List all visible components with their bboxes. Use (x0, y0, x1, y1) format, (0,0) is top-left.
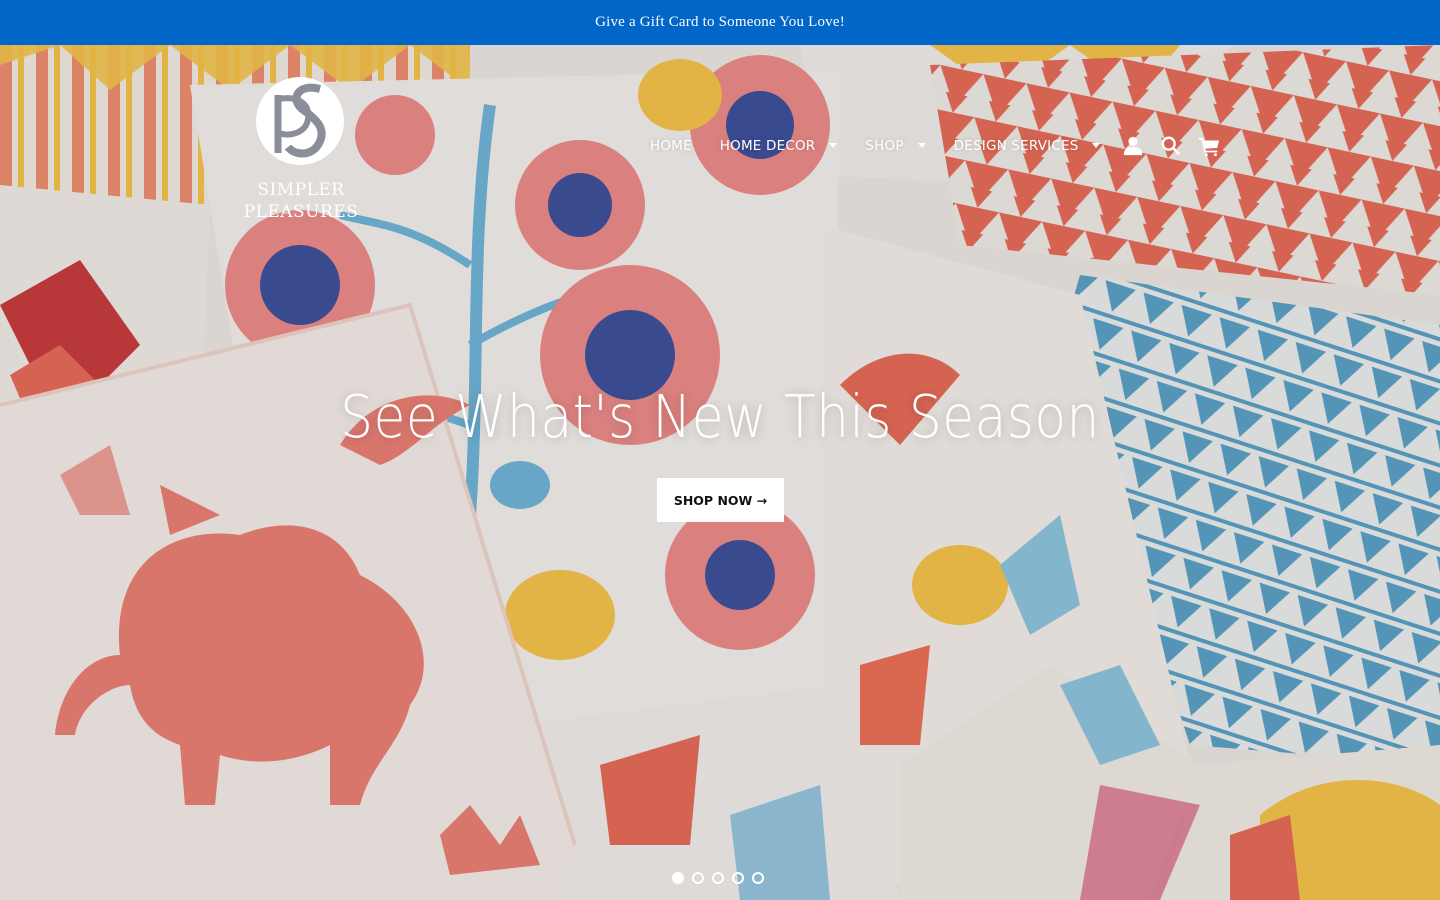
chevron-down-icon (829, 142, 838, 148)
nav-home-decor-label: HOME DECOR (719, 138, 816, 154)
hero-title: See What's New This Season (340, 382, 1100, 451)
nav-home[interactable]: HOME (636, 138, 706, 154)
slide-dot-5[interactable] (752, 872, 764, 884)
account-icon[interactable] (1114, 131, 1152, 161)
shop-now-button[interactable]: SHOP NOW → (657, 478, 784, 522)
hero-slideshow: SIMPLER PLEASURES HOME HOME DECOR SHOP D… (0, 45, 1440, 900)
announcement-bar: Give a Gift Card to Someone You Love! (0, 0, 1440, 45)
slide-dot-1[interactable] (672, 872, 684, 884)
nav-design-services[interactable]: DESIGN SERVICES (940, 138, 1115, 154)
main-nav: HOME HOME DECOR SHOP DESIGN SERVICES (636, 131, 1228, 161)
hero-overlay (0, 45, 1440, 900)
announcement-link[interactable]: Give a Gift Card to Someone You Love! (595, 14, 845, 31)
search-icon[interactable] (1152, 131, 1190, 161)
cart-icon[interactable] (1190, 131, 1228, 161)
nav-home-decor[interactable]: HOME DECOR (706, 138, 852, 154)
nav-shop[interactable]: SHOP (851, 138, 939, 154)
slide-dot-3[interactable] (712, 872, 724, 884)
chevron-down-icon (1092, 142, 1101, 148)
nav-design-services-label: DESIGN SERVICES (953, 138, 1079, 154)
slide-dot-4[interactable] (732, 872, 744, 884)
nav-home-label: HOME (650, 138, 692, 154)
site-logo[interactable]: SIMPLER PLEASURES (238, 75, 364, 225)
nav-shop-label: SHOP (865, 138, 904, 154)
svg-text:PLEASURES: PLEASURES (244, 202, 359, 222)
svg-text:SIMPLER: SIMPLER (257, 180, 345, 200)
simpler-pleasures-logo: SIMPLER PLEASURES (244, 77, 359, 222)
chevron-down-icon (917, 142, 926, 148)
slide-dot-2[interactable] (692, 872, 704, 884)
slideshow-dots (672, 872, 764, 884)
